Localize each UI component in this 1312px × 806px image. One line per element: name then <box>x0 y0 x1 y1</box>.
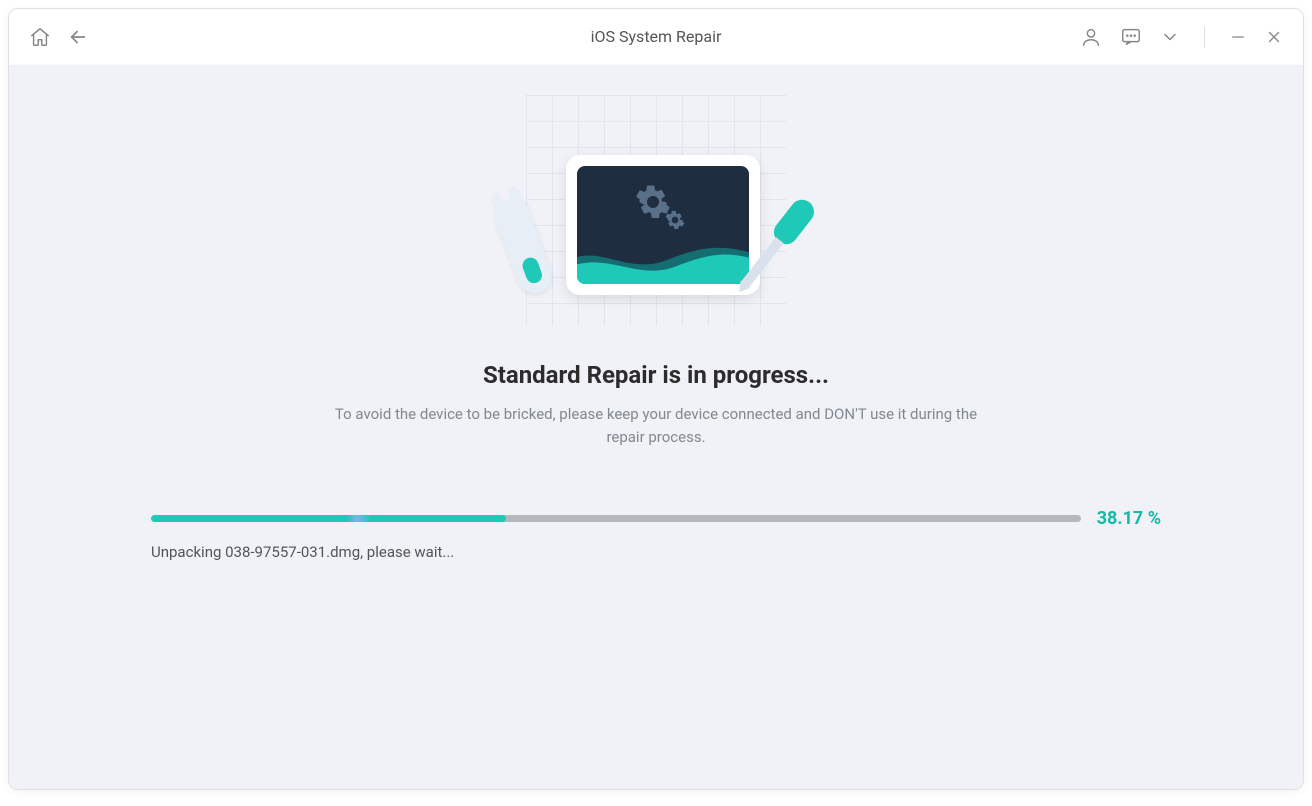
main-content: Standard Repair is in progress... To avo… <box>9 65 1303 789</box>
device-frame <box>566 155 760 295</box>
window-title: iOS System Repair <box>591 27 722 46</box>
progress-row: 38.17 % <box>151 508 1161 529</box>
minimize-icon[interactable] <box>1229 28 1247 46</box>
account-icon[interactable] <box>1080 26 1102 48</box>
close-icon[interactable] <box>1265 28 1283 46</box>
progress-bar-fill <box>151 515 506 522</box>
home-icon[interactable] <box>29 26 51 48</box>
device-screen <box>577 166 749 284</box>
titlebar: iOS System Repair <box>9 9 1303 65</box>
back-arrow-icon[interactable] <box>67 26 89 48</box>
titlebar-right <box>1080 26 1283 48</box>
chevron-down-icon[interactable] <box>1160 27 1180 47</box>
app-window: iOS System Repair <box>8 8 1304 790</box>
wave-graphic <box>577 234 749 284</box>
divider <box>1204 26 1205 48</box>
titlebar-left <box>29 26 89 48</box>
progress-percent-label: 38.17 % <box>1097 508 1161 529</box>
progress-subtext: To avoid the device to be bricked, pleas… <box>316 403 996 448</box>
progress-bar-track <box>151 515 1081 522</box>
repair-illustration <box>496 95 816 325</box>
progress-heading: Standard Repair is in progress... <box>483 361 829 389</box>
feedback-icon[interactable] <box>1120 26 1142 48</box>
progress-status-text: Unpacking 038-97557-031.dmg, please wait… <box>151 543 1161 561</box>
progress-section: 38.17 % Unpacking 038-97557-031.dmg, ple… <box>151 508 1161 561</box>
gear-small-icon <box>665 210 685 234</box>
